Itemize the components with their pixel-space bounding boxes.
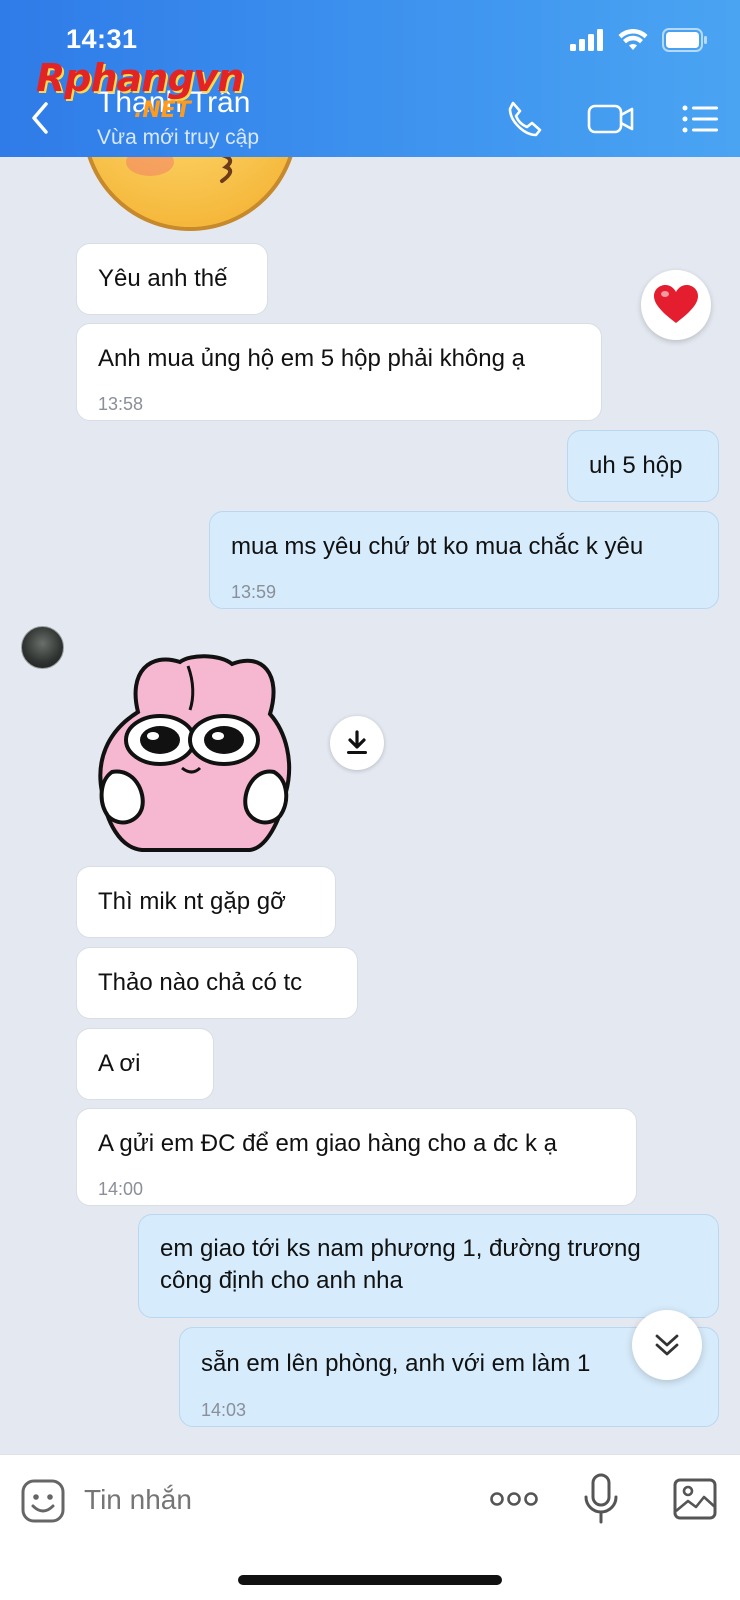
microphone-icon[interactable] — [583, 1473, 619, 1525]
message-bubble-outgoing[interactable]: em giao tới ks nam phương 1, đường trươn… — [138, 1214, 719, 1318]
message-bubble-incoming[interactable]: Thảo nào chả có tc — [76, 947, 358, 1019]
message-input[interactable] — [84, 1475, 454, 1525]
video-camera-icon — [587, 104, 634, 134]
status-icons — [570, 28, 708, 52]
message-bubble-outgoing[interactable]: uh 5 hộp — [567, 430, 719, 502]
heart-icon — [654, 285, 698, 323]
battery-icon — [662, 28, 707, 52]
message-text-line-1: em giao tới ks nam phương 1, đường trươn… — [160, 1235, 641, 1262]
back-button[interactable] — [26, 98, 56, 138]
emoji-sticker[interactable] — [80, 157, 300, 237]
list-menu-icon — [682, 105, 718, 133]
signal-icon — [570, 29, 603, 51]
message-text: A ơi — [98, 1050, 141, 1077]
message-bubble-incoming[interactable]: A gửi em ĐC để em giao hàng cho a đc k ạ… — [76, 1108, 637, 1206]
message-bubble-incoming[interactable]: Anh mua ủng hộ em 5 hộp phải không ạ 13:… — [76, 323, 602, 421]
contact-status: Vừa mới truy cập — [97, 126, 260, 149]
message-time: 14:03 — [201, 1400, 247, 1420]
message-text: Yêu anh thế — [98, 265, 228, 292]
reaction-button[interactable] — [641, 270, 711, 340]
message-time: 14:00 — [98, 1179, 144, 1199]
message-bubble-incoming[interactable]: Yêu anh thế — [76, 243, 268, 315]
message-time: 13:58 — [98, 394, 144, 414]
message-text: uh 5 hộp — [589, 452, 683, 479]
bunny-sticker[interactable] — [90, 652, 300, 852]
menu-button[interactable] — [680, 96, 720, 142]
video-call-button[interactable] — [586, 96, 636, 142]
double-chevron-down-icon — [655, 1334, 679, 1356]
download-sticker-button[interactable] — [330, 716, 384, 770]
message-bubble-incoming[interactable]: A ơi — [76, 1028, 214, 1100]
emoji-sticker-icon[interactable] — [20, 1478, 66, 1524]
avatar[interactable] — [21, 626, 64, 669]
message-text: A gửi em ĐC để em giao hàng cho a đc k ạ — [98, 1130, 557, 1157]
message-text: sẵn em lên phòng, anh với em làm 1 — [201, 1350, 591, 1377]
scroll-to-bottom-button[interactable] — [632, 1310, 702, 1380]
message-list[interactable]: Yêu anh thế Anh mua ủng hộ em 5 hộp phải… — [0, 157, 740, 1454]
image-gallery-icon[interactable] — [672, 1477, 718, 1521]
call-button[interactable] — [500, 96, 546, 142]
wifi-icon — [618, 29, 648, 50]
message-text: mua ms yêu chứ bt ko mua chắc k yêu — [231, 533, 644, 560]
message-bubble-outgoing[interactable]: mua ms yêu chứ bt ko mua chắc k yêu 13:5… — [209, 511, 719, 609]
watermark-logo-suffix: .NET — [134, 98, 191, 123]
more-options-icon[interactable] — [489, 1487, 539, 1511]
message-text: Thảo nào chả có tc — [98, 969, 303, 996]
home-indicator — [238, 1575, 502, 1585]
watermark-logo: Rphangvn — [36, 56, 244, 100]
message-bubble-incoming[interactable]: Thì mik nt gặp gỡ — [76, 866, 336, 938]
message-text-line-2: công định cho anh nha — [160, 1267, 403, 1294]
phone-icon — [508, 101, 542, 137]
message-time: 13:59 — [231, 582, 277, 602]
status-time: 14:31 — [66, 24, 138, 54]
message-text: Thì mik nt gặp gỡ — [98, 888, 286, 915]
message-text: Anh mua ủng hộ em 5 hộp phải không ạ — [98, 345, 525, 372]
download-icon — [347, 730, 367, 754]
